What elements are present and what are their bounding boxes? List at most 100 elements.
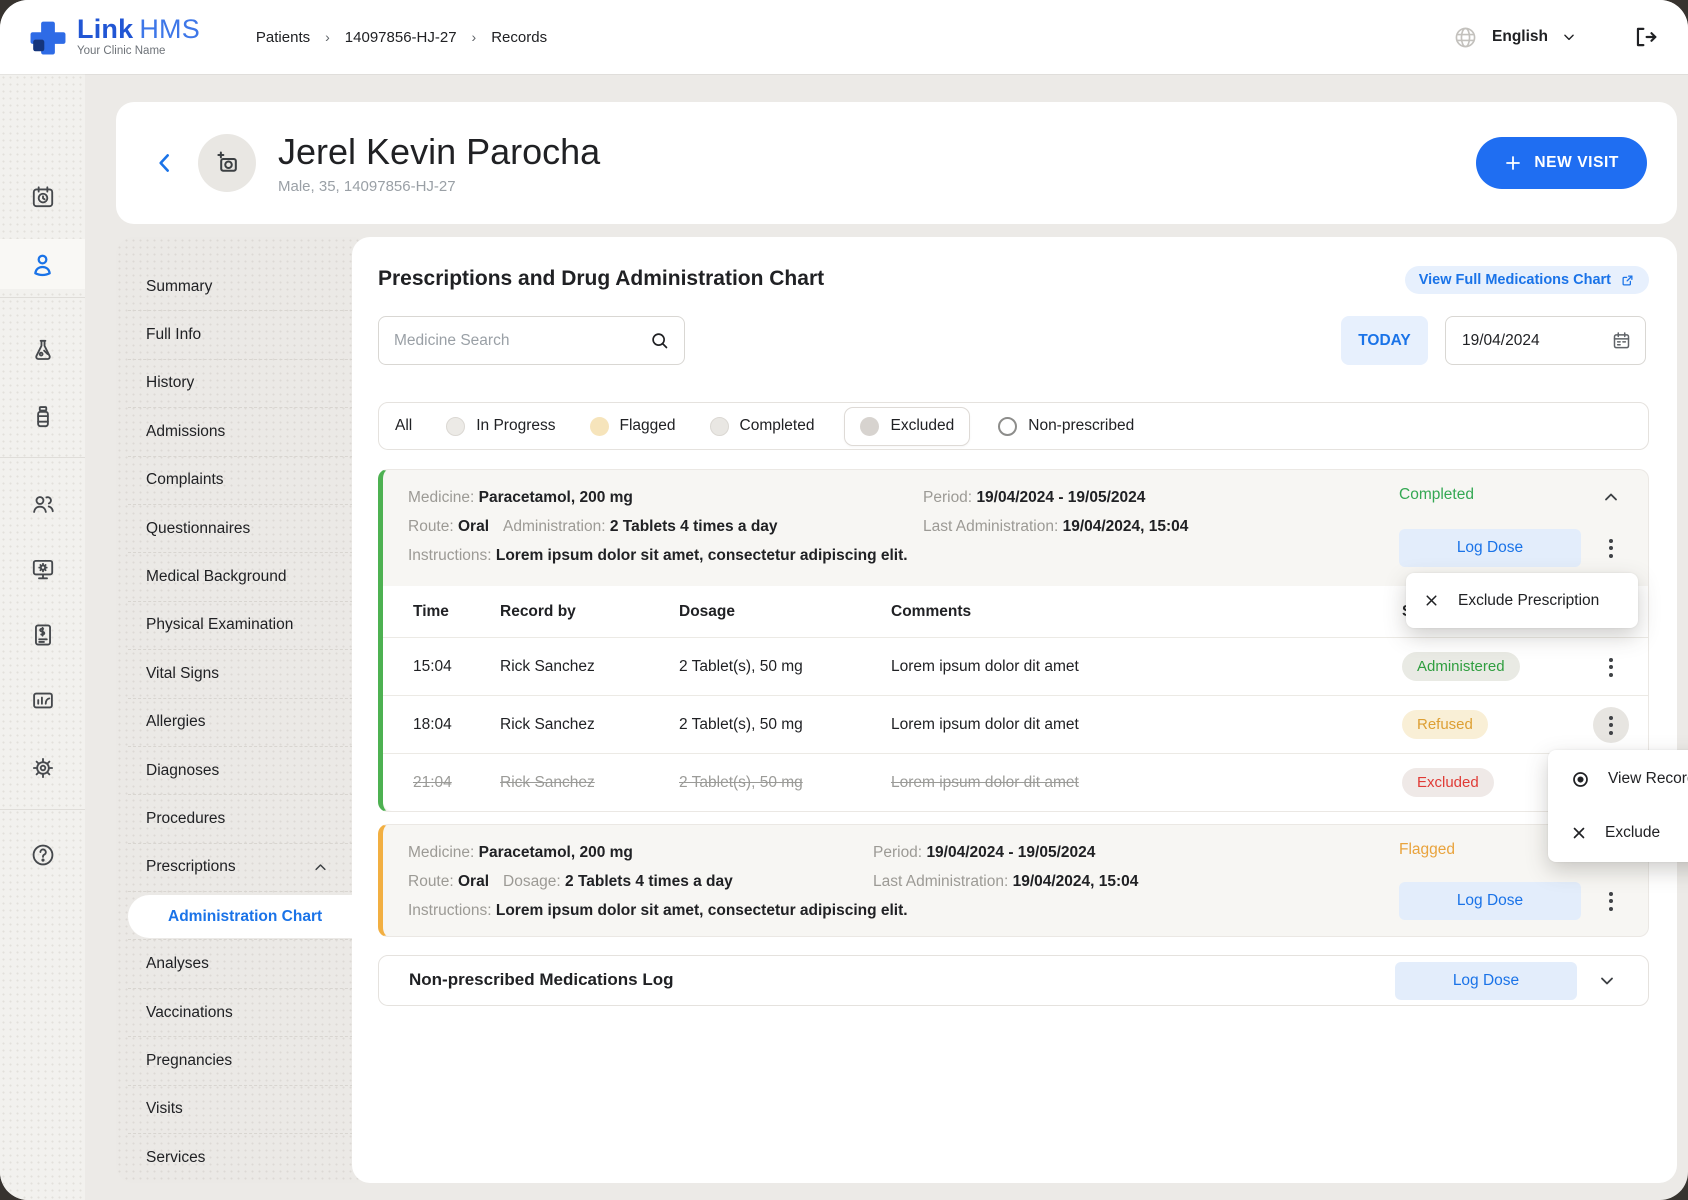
- view-full-medications-link[interactable]: View Full Medications Chart: [1405, 266, 1649, 294]
- log-dose-button[interactable]: Log Dose: [1399, 882, 1581, 920]
- filter-excluded-selected[interactable]: Excluded: [844, 407, 970, 446]
- brand-tagline: Your Clinic Name: [77, 46, 200, 58]
- in-progress-radio: [446, 417, 465, 436]
- search-icon[interactable]: [649, 330, 670, 351]
- row-kebab-icon-active[interactable]: [1593, 707, 1629, 743]
- patient-name: Jerel Kevin Parocha: [278, 131, 600, 173]
- log-dose-button[interactable]: Log Dose: [1399, 529, 1581, 567]
- exclude-prescription-menu-item[interactable]: Exclude Prescription: [1458, 592, 1599, 610]
- module-rail: [0, 74, 85, 1200]
- row-kebab-icon[interactable]: [1593, 649, 1629, 685]
- laboratory-icon[interactable]: [0, 324, 85, 376]
- filter-flagged[interactable]: Flagged: [590, 417, 676, 436]
- calendar-icon: [1611, 330, 1632, 351]
- excluded-radio: [860, 417, 879, 436]
- clinic-cross-icon: [30, 19, 66, 55]
- logout-icon[interactable]: [1632, 24, 1658, 50]
- filter-in-progress[interactable]: In Progress: [446, 417, 555, 436]
- prescription-kebab-icon[interactable]: [1593, 530, 1629, 566]
- status-badge: Refused: [1402, 710, 1488, 739]
- prescription-status-badge: Flagged: [1399, 841, 1455, 859]
- search-input[interactable]: [379, 332, 649, 350]
- page-title: Prescriptions and Drug Administration Ch…: [378, 267, 824, 291]
- nav-item-diagnoses[interactable]: Diagnoses: [128, 747, 358, 795]
- nav-item-questionnaires[interactable]: Questionnaires: [128, 505, 358, 553]
- brand-suffix: HMS: [139, 14, 200, 44]
- administration-chart-panel: Prescriptions and Drug Administration Ch…: [352, 237, 1677, 1183]
- nav-item-vaccinations[interactable]: Vaccinations: [128, 989, 358, 1037]
- filter-all[interactable]: All: [395, 417, 412, 435]
- camera-add-icon: [214, 150, 241, 177]
- nav-item-pregnancies[interactable]: Pregnancies: [128, 1037, 358, 1085]
- language-selector[interactable]: English: [1453, 25, 1576, 50]
- breadcrumb-patient-id[interactable]: 14097856-HJ-27: [345, 29, 457, 46]
- nav-item-allergies[interactable]: Allergies: [128, 699, 358, 747]
- status-badge: Excluded: [1402, 768, 1494, 797]
- completed-radio: [710, 417, 729, 436]
- nav-item-full-info[interactable]: Full Info: [128, 311, 358, 359]
- status-filter-bar: All In Progress Flagged Completed Exclud…: [378, 402, 1649, 450]
- eye-icon: [1570, 769, 1591, 790]
- back-icon[interactable]: [150, 148, 180, 178]
- log-dose-button[interactable]: Log Dose: [1395, 962, 1577, 1000]
- reports-icon[interactable]: [0, 676, 85, 728]
- nav-item-medical-background[interactable]: Medical Background: [128, 553, 358, 601]
- x-icon: [1423, 592, 1440, 609]
- user-group-icon[interactable]: [0, 478, 85, 530]
- nav-item-procedures[interactable]: Procedures: [128, 795, 358, 843]
- today-button[interactable]: TODAY: [1341, 316, 1428, 365]
- breadcrumb-records[interactable]: Records: [491, 29, 547, 46]
- plus-icon: [1504, 154, 1522, 172]
- new-visit-button[interactable]: NEW VISIT: [1476, 137, 1647, 189]
- filter-non-prescribed[interactable]: Non-prescribed: [998, 417, 1134, 436]
- view-record-menu-item[interactable]: View Record: [1548, 752, 1688, 806]
- collapse-card-button[interactable]: [1593, 479, 1629, 515]
- nav-item-analyses[interactable]: Analyses: [128, 940, 358, 988]
- patient-header: Jerel Kevin Parocha Male, 35, 14097856-H…: [116, 102, 1677, 224]
- nav-item-admissions[interactable]: Admissions: [128, 408, 358, 456]
- help-icon[interactable]: [0, 829, 85, 881]
- nav-item-administration-chart[interactable]: Administration Chart: [128, 895, 370, 938]
- patient-avatar[interactable]: [198, 134, 256, 192]
- workstation-icon[interactable]: [0, 543, 85, 595]
- exclude-record-menu-item[interactable]: Exclude: [1548, 806, 1688, 860]
- date-value: 19/04/2024: [1446, 332, 1540, 350]
- breadcrumb-patients[interactable]: Patients: [256, 29, 310, 46]
- nav-item-vital-signs[interactable]: Vital Signs: [128, 650, 358, 698]
- appointments-icon[interactable]: [0, 171, 85, 223]
- nav-item-complaints[interactable]: Complaints: [128, 457, 358, 505]
- expand-section-button[interactable]: [1589, 963, 1625, 999]
- record-nav-panel: Summary Full Info History Admissions Com…: [116, 237, 370, 1183]
- nav-item-services[interactable]: Services: [128, 1134, 358, 1182]
- prescription-status-badge: Completed: [1399, 486, 1474, 504]
- non-prescribed-radio: [998, 417, 1017, 436]
- filter-completed[interactable]: Completed: [710, 417, 815, 436]
- external-link-icon: [1620, 273, 1635, 288]
- rail-divider: [0, 297, 85, 298]
- prescription-context-menu: Exclude Prescription: [1406, 573, 1638, 628]
- nav-item-history[interactable]: History: [128, 360, 358, 408]
- nav-item-physical-examination[interactable]: Physical Examination: [128, 602, 358, 650]
- language-label: English: [1492, 28, 1548, 46]
- rail-divider: [0, 457, 85, 458]
- non-prescribed-title: Non-prescribed Medications Log: [409, 970, 673, 990]
- rail-divider: [0, 809, 85, 810]
- flagged-radio: [590, 417, 609, 436]
- breadcrumb-separator: ›: [472, 29, 477, 45]
- non-prescribed-section: Non-prescribed Medications Log Log Dose: [378, 955, 1649, 1006]
- breadcrumb-separator: ›: [325, 29, 330, 45]
- medications-icon[interactable]: [0, 391, 85, 443]
- patients-icon[interactable]: [0, 238, 85, 290]
- prescription-kebab-icon[interactable]: [1593, 883, 1629, 919]
- nav-item-visits[interactable]: Visits: [128, 1086, 358, 1134]
- billing-icon[interactable]: [0, 609, 85, 661]
- nav-item-prescriptions[interactable]: Prescriptions: [128, 844, 358, 892]
- globe-icon: [1453, 25, 1478, 50]
- app-logo: LinkHMS Your Clinic Name: [30, 16, 200, 58]
- table-row-excluded: 21:04 Rick Sanchez 2 Tablet(s), 50 mg Lo…: [383, 753, 1648, 811]
- nav-item-summary[interactable]: Summary: [128, 263, 358, 311]
- record-context-menu: View Record Exclude: [1548, 750, 1688, 862]
- date-picker[interactable]: 19/04/2024: [1445, 316, 1646, 365]
- period-value: 19/04/2024 - 19/05/2024: [976, 489, 1145, 506]
- settings-icon[interactable]: [0, 742, 85, 794]
